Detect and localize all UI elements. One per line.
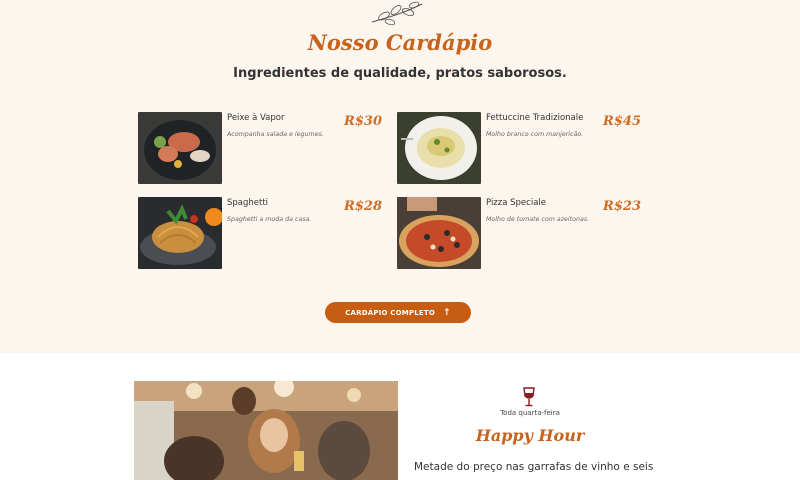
menu-item-description: Spaghetti a moda da casa.: [227, 216, 312, 223]
happy-hour-photo: [134, 381, 398, 480]
menu-item[interactable]: Spaghetti Spaghetti a moda da casa. R$28: [138, 197, 382, 269]
menu-item-name: Spaghetti: [227, 198, 269, 208]
menu-item-price: R$23: [603, 199, 641, 214]
full-menu-button[interactable]: CARDÁPIO COMPLETO ↑: [325, 302, 471, 323]
menu-subtitle: Ingredientes de qualidade, pratos saboro…: [233, 66, 567, 81]
menu-item-description: Acompanha salada e legumes.: [227, 131, 324, 138]
menu-item[interactable]: Fettuccine Tradizionale Molho branco com…: [397, 112, 641, 184]
fish-dish-photo: [138, 112, 222, 184]
happy-hour-title: Happy Hour: [475, 426, 585, 445]
menu-item-price: R$30: [344, 114, 382, 129]
wine-glass-icon: [523, 387, 535, 407]
menu-item-price: R$28: [344, 199, 382, 214]
menu-item-name: Fettuccine Tradizionale: [486, 113, 584, 123]
menu-item[interactable]: Peixe à Vapor Acompanha salada e legumes…: [138, 112, 382, 184]
spaghetti-photo: [138, 197, 222, 269]
menu-item-name: Peixe à Vapor: [227, 113, 285, 123]
menu-item-description: Molho de tomate com azeitonas.: [486, 216, 590, 223]
menu-item-description: Molho branco com manjericão.: [486, 131, 584, 138]
happy-hour-text: Metade do preço nas garrafas de vinho e …: [414, 461, 654, 473]
full-menu-button-label: CARDÁPIO COMPLETO: [345, 308, 436, 317]
menu-title: Nosso Cardápio: [307, 30, 493, 55]
menu-item-name: Pizza Speciale: [486, 198, 546, 208]
happy-hour-eyebrow: Toda quarta-feira: [500, 409, 560, 417]
menu-item[interactable]: Pizza Speciale Molho de tomate com azeit…: [397, 197, 641, 269]
menu-section: Nosso Cardápio Ingredientes de qualidade…: [0, 0, 800, 353]
fettuccine-photo: [397, 112, 481, 184]
arrow-up-icon: ↑: [443, 307, 451, 318]
menu-item-price: R$45: [603, 114, 641, 129]
pizza-photo: [397, 197, 481, 269]
leaf-ornament-icon: [371, 1, 423, 26]
